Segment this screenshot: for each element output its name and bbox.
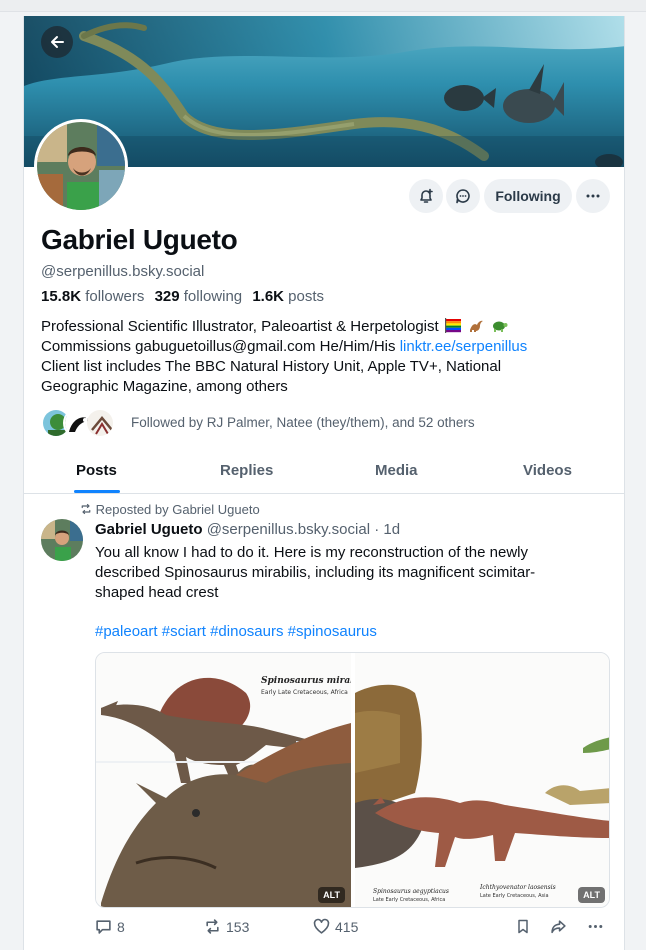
tab-media[interactable]: Media — [375, 462, 418, 479]
bio-line-2: Commissions gabuguetoillus@gmail.com He/… — [41, 337, 611, 357]
profile-avatar[interactable] — [34, 119, 128, 213]
tab-videos[interactable]: Videos — [523, 462, 572, 479]
post-author-handle[interactable]: @serpenillus.bsky.social — [207, 521, 370, 538]
alt-text-badge[interactable]: ALT — [318, 887, 345, 903]
hashtag-link[interactable]: #dinosaurs — [210, 623, 283, 640]
posts-stat: 1.6K posts — [252, 288, 324, 305]
post-header: Gabriel Ugueto @serpenillus.bsky.social … — [95, 521, 400, 538]
profile-bio: Professional Scientific Illustrator, Pal… — [41, 317, 611, 397]
post-media-gallery: Spinosaurus mirabilis Early Late Cretace… — [95, 652, 610, 908]
post-hashtags: #paleoart #sciart #dinosaurs #spinosauru… — [95, 623, 377, 640]
bio-link[interactable]: linktr.ee/serpenillus — [400, 338, 528, 355]
ellipsis-icon — [588, 925, 603, 928]
post-timestamp[interactable]: 1d — [383, 521, 400, 538]
rainbow-flag-icon — [444, 318, 461, 333]
post-image-2[interactable]: Spinosaurus aegyptiacus Late Early Creta… — [355, 653, 609, 907]
post-text-line: shaped head crest — [95, 584, 219, 601]
hashtag-link[interactable]: #paleoart — [95, 623, 158, 640]
browser-top-strip — [0, 0, 646, 12]
heart-icon — [313, 918, 330, 934]
following-stat[interactable]: 329 following — [155, 288, 243, 305]
bookmark-button[interactable] — [515, 918, 531, 935]
svg-text:Spinosaurus aegyptiacus: Spinosaurus aegyptiacus — [373, 888, 449, 895]
hashtag-link[interactable]: #spinosaurus — [288, 623, 377, 640]
followed-by-text: Followed by RJ Palmer, Natee (they/them)… — [131, 415, 475, 430]
share-icon — [551, 920, 566, 934]
arrow-left-icon — [51, 36, 64, 48]
svg-text:Late Early Cretaceous, Asia: Late Early Cretaceous, Asia — [480, 893, 549, 899]
repost-button[interactable]: 153 — [204, 918, 249, 935]
post-text-line: described Spinosaurus mirabilis, includi… — [95, 564, 536, 581]
post-text-line: You all know I had to do it. Here is my … — [95, 544, 529, 561]
share-button[interactable] — [550, 918, 567, 935]
post-actions: 8 153 415 — [95, 918, 610, 940]
post-author-avatar[interactable] — [41, 519, 83, 561]
post-body: You all know I had to do it. Here is my … — [95, 543, 595, 603]
post-more-button[interactable] — [587, 918, 604, 935]
repost-icon — [206, 919, 219, 934]
reply-count: 8 — [117, 918, 125, 935]
repost-count: 153 — [226, 918, 250, 935]
followers-count: 15.8K — [41, 288, 82, 305]
repost-icon — [81, 503, 91, 515]
post-author-name[interactable]: Gabriel Ugueto — [95, 521, 203, 538]
posts-count: 1.6K — [252, 288, 284, 305]
following-label: following — [183, 288, 243, 305]
repost-indicator[interactable]: Reposted by Gabriel Ugueto — [80, 502, 260, 517]
posts-label: posts — [288, 288, 325, 305]
profile-page: Following Gabriel Ugueto @serpenillus.bs… — [23, 16, 625, 950]
tab-posts[interactable]: Posts — [76, 462, 117, 479]
bio-text-1: Professional Scientific Illustrator, Pal… — [41, 318, 439, 335]
notify-button[interactable] — [409, 179, 443, 213]
profile-name: Gabriel Ugueto — [41, 224, 238, 255]
svg-text:Ichthyovenator laosensis: Ichthyovenator laosensis — [479, 884, 556, 891]
chat-bubble-icon — [456, 189, 470, 204]
bookmark-icon — [518, 919, 528, 934]
followers-stat[interactable]: 15.8K followers — [41, 288, 144, 305]
followers-label: followers — [85, 288, 145, 305]
message-button[interactable] — [446, 179, 480, 213]
hashtag-link[interactable]: #sciart — [162, 623, 206, 640]
dinosaur-icon — [470, 320, 484, 332]
bio-line-1: Professional Scientific Illustrator, Pal… — [41, 317, 611, 337]
svg-text:Early Late Cretaceous, Africa: Early Late Cretaceous, Africa — [261, 689, 348, 696]
following-button[interactable]: Following — [484, 179, 572, 213]
svg-text:Spinosaurus mirabilis: Spinosaurus mirabilis — [261, 676, 351, 686]
svg-text:Late Early Cretaceous, Africa: Late Early Cretaceous, Africa — [373, 897, 445, 903]
spinosaurid-comparison-illustration: Spinosaurus aegyptiacus Late Early Creta… — [355, 653, 609, 907]
bio-text-2: Commissions gabuguetoillus@gmail.com He/… — [41, 338, 396, 355]
like-button[interactable]: 415 — [313, 918, 358, 935]
bell-plus-icon — [420, 188, 433, 203]
repost-label: Reposted by Gabriel Ugueto — [95, 502, 260, 517]
alt-text-badge[interactable]: ALT — [578, 887, 605, 903]
profile-tabs: Posts Replies Media Videos — [24, 459, 624, 494]
active-tab-indicator — [74, 490, 120, 493]
avatar-image — [37, 122, 125, 210]
follower-avatar — [85, 408, 115, 438]
bio-line-4: Geographic Magazine, among others — [41, 378, 288, 395]
more-options-button[interactable] — [576, 179, 610, 213]
bio-line-3: Client list includes The BBC Natural His… — [41, 358, 502, 375]
ellipsis-icon — [586, 194, 600, 198]
tab-replies[interactable]: Replies — [220, 462, 273, 479]
profile-stats: 15.8K followers 329 following 1.6K posts — [41, 288, 324, 305]
reply-button[interactable]: 8 — [95, 918, 125, 935]
known-followers[interactable]: Followed by RJ Palmer, Natee (they/them)… — [41, 408, 601, 438]
back-button[interactable] — [41, 26, 73, 58]
profile-handle: @serpenillus.bsky.social — [41, 263, 205, 280]
post-image-1[interactable]: Spinosaurus mirabilis Early Late Cretace… — [96, 653, 351, 907]
turtle-icon — [493, 321, 508, 332]
like-count: 415 — [335, 918, 359, 935]
spinosaurus-illustration: Spinosaurus mirabilis Early Late Cretace… — [96, 653, 351, 907]
reply-icon — [96, 920, 111, 934]
post-separator: · — [374, 521, 380, 538]
following-count: 329 — [154, 288, 180, 305]
